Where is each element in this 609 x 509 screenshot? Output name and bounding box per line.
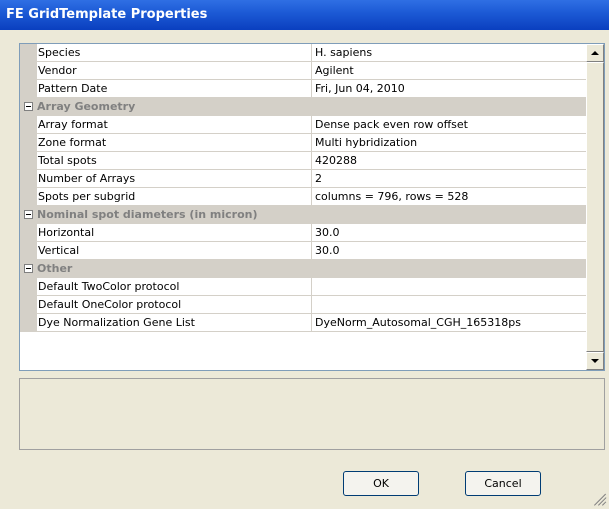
property-name: Default TwoColor protocol: [37, 278, 312, 296]
category-row[interactable]: Nominal spot diameters (in micron): [20, 206, 586, 224]
category-row[interactable]: Array Geometry: [20, 98, 586, 116]
property-row[interactable]: Array format Dense pack even row offset: [20, 116, 586, 134]
scroll-up-button[interactable]: [586, 44, 604, 62]
property-value[interactable]: 30.0: [312, 242, 586, 260]
property-row[interactable]: Pattern Date Fri, Jun 04, 2010: [20, 80, 586, 98]
dialog-body: Species H. sapiens Vendor Agilent Pattern Da…: [0, 30, 609, 509]
category-label: Array Geometry: [37, 100, 136, 113]
property-row[interactable]: Total spots 420288: [20, 152, 586, 170]
property-row[interactable]: Number of Arrays 2: [20, 170, 586, 188]
scroll-thumb[interactable]: [586, 62, 604, 352]
property-row[interactable]: Species H. sapiens: [20, 44, 586, 62]
row-gutter: [20, 44, 37, 62]
row-gutter: [20, 296, 37, 314]
category-label: Nominal spot diameters (in micron): [37, 208, 258, 221]
property-name: Default OneColor protocol: [37, 296, 312, 314]
property-value[interactable]: [312, 278, 586, 296]
property-value[interactable]: 2: [312, 170, 586, 188]
ok-button[interactable]: OK: [343, 471, 419, 496]
minus-box-icon[interactable]: [24, 210, 33, 219]
property-value[interactable]: H. sapiens: [312, 44, 586, 62]
row-gutter: [20, 278, 37, 296]
row-gutter: [20, 170, 37, 188]
row-gutter: [20, 62, 37, 80]
property-name: Number of Arrays: [37, 170, 312, 188]
category-row[interactable]: Other: [20, 260, 586, 278]
property-name: Pattern Date: [37, 80, 312, 98]
row-gutter: [20, 224, 37, 242]
row-gutter: [20, 314, 37, 332]
property-row[interactable]: Dye Normalization Gene List DyeNorm_Autos…: [20, 314, 586, 332]
property-row[interactable]: Vertical 30.0: [20, 242, 586, 260]
property-value[interactable]: Fri, Jun 04, 2010: [312, 80, 586, 98]
minus-box-icon[interactable]: [24, 102, 33, 111]
window-title: FE GridTemplate Properties: [0, 0, 609, 30]
row-gutter: [20, 188, 37, 206]
property-row[interactable]: Horizontal 30.0: [20, 224, 586, 242]
property-name: Species: [37, 44, 312, 62]
property-name: Zone format: [37, 134, 312, 152]
property-value[interactable]: Agilent: [312, 62, 586, 80]
property-name: Horizontal: [37, 224, 312, 242]
property-value[interactable]: 420288: [312, 152, 586, 170]
row-gutter: [20, 134, 37, 152]
row-gutter: [20, 242, 37, 260]
property-value[interactable]: Dense pack even row offset: [312, 116, 586, 134]
property-name: Vendor: [37, 62, 312, 80]
property-name: Total spots: [37, 152, 312, 170]
property-row[interactable]: Default OneColor protocol: [20, 296, 586, 314]
property-value[interactable]: columns = 796, rows = 528: [312, 188, 586, 206]
category-label: Other: [37, 262, 73, 275]
scroll-down-button[interactable]: [586, 352, 604, 370]
property-row[interactable]: Default TwoColor protocol: [20, 278, 586, 296]
property-name: Dye Normalization Gene List: [37, 314, 312, 332]
property-row[interactable]: Vendor Agilent: [20, 62, 586, 80]
row-gutter: [20, 80, 37, 98]
row-gutter: [20, 116, 37, 134]
property-row[interactable]: Zone format Multi hybridization: [20, 134, 586, 152]
property-name: Array format: [37, 116, 312, 134]
property-row[interactable]: Spots per subgrid columns = 796, rows = 5…: [20, 188, 586, 206]
property-grid: Species H. sapiens Vendor Agilent Pattern Da…: [19, 43, 605, 371]
row-gutter: [20, 152, 37, 170]
property-value[interactable]: Multi hybridization: [312, 134, 586, 152]
property-rows: Species H. sapiens Vendor Agilent Pattern Da…: [20, 44, 586, 370]
minus-box-icon[interactable]: [24, 264, 33, 273]
cancel-button[interactable]: Cancel: [465, 471, 541, 496]
description-panel: [19, 378, 605, 450]
property-value[interactable]: DyeNorm_Autosomal_CGH_165318ps: [312, 314, 586, 332]
property-name: Vertical: [37, 242, 312, 260]
property-value[interactable]: [312, 296, 586, 314]
resize-grip-icon[interactable]: [590, 490, 607, 506]
property-name: Spots per subgrid: [37, 188, 312, 206]
vertical-scrollbar[interactable]: [586, 44, 604, 370]
down-arrow-icon: [591, 359, 599, 363]
up-arrow-icon: [591, 51, 599, 55]
property-value[interactable]: 30.0: [312, 224, 586, 242]
